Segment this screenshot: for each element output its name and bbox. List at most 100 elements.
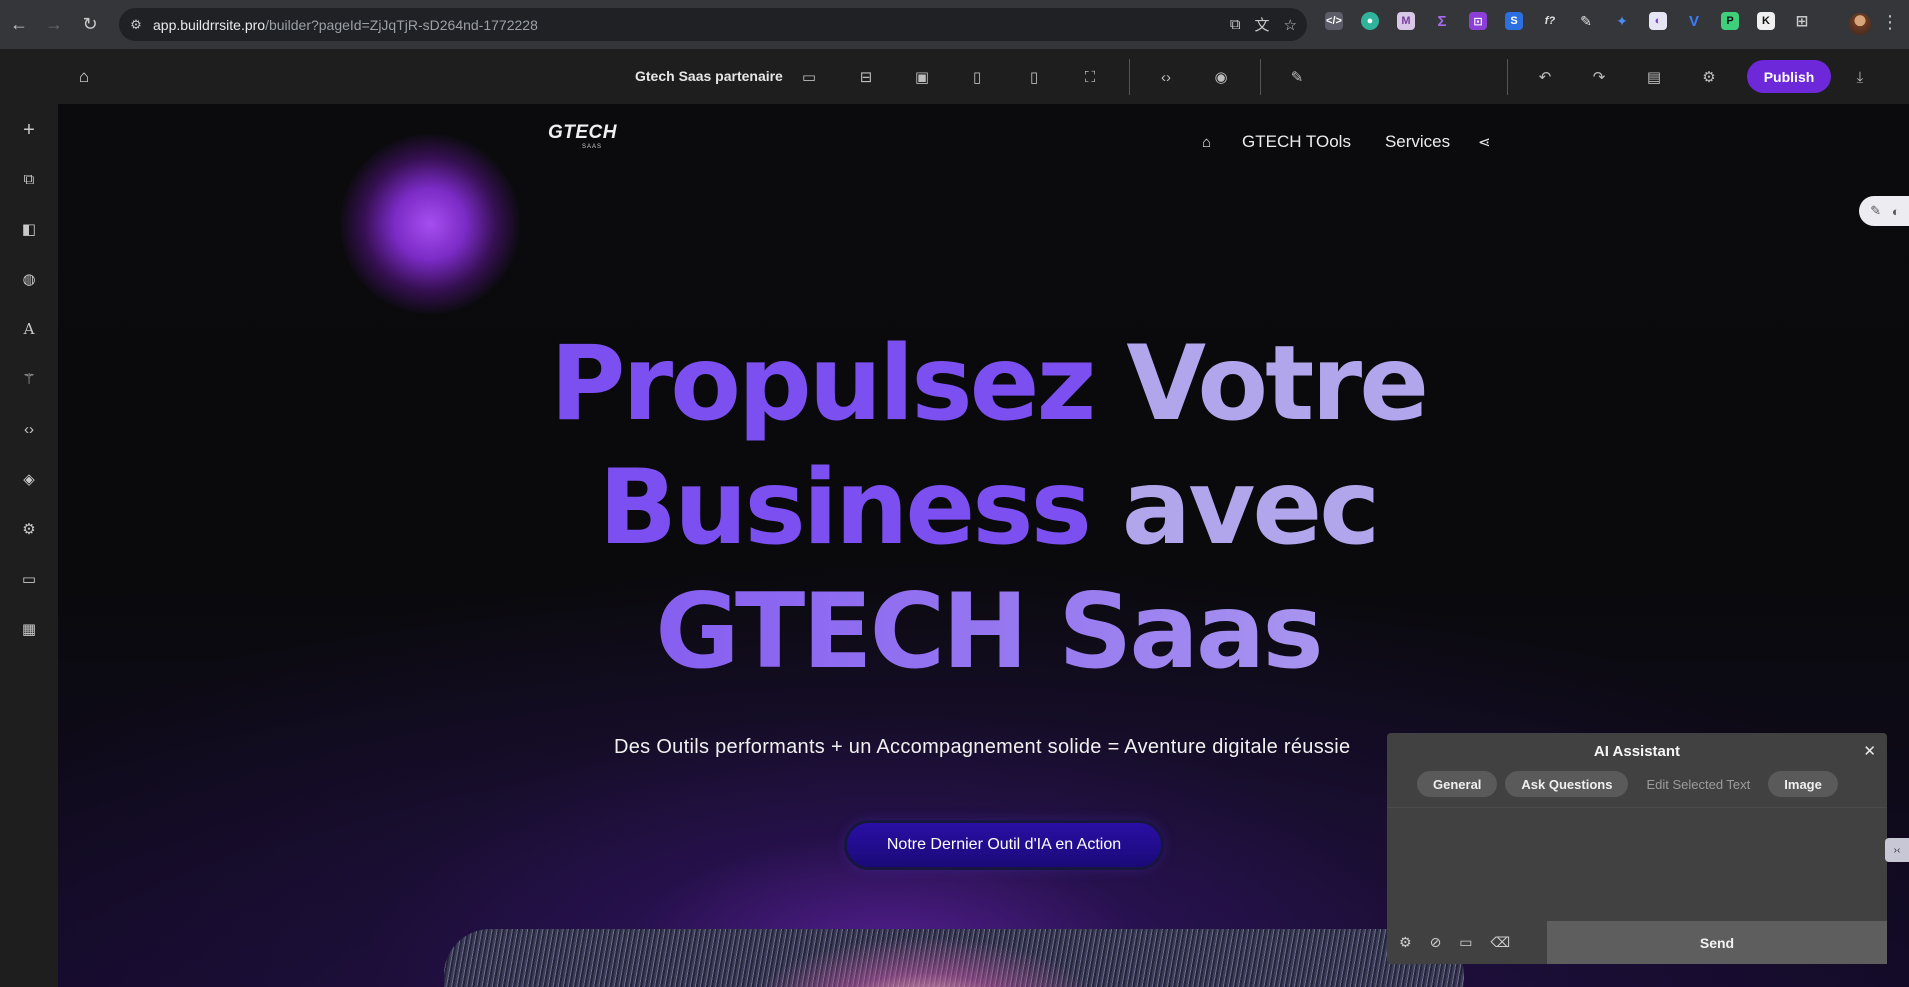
reload-icon[interactable]: ↻: [73, 7, 107, 41]
nav-link-services[interactable]: Services: [1385, 132, 1450, 152]
ai-tools-bar: ⚙ ⊘ ▭ ⌫: [1387, 921, 1547, 964]
forward-icon[interactable]: →: [37, 7, 71, 41]
hero-line-3: GTECH Saas: [438, 570, 1538, 694]
profile-avatar[interactable]: [1849, 13, 1871, 35]
palette-icon[interactable]: ◐: [1892, 204, 1900, 219]
publish-button[interactable]: Publish: [1747, 60, 1831, 93]
share-icon[interactable]: ⋖: [1478, 133, 1491, 151]
toolbar-divider: [1507, 59, 1508, 95]
cta-button[interactable]: Notre Dernier Outil d'IA en Action: [847, 823, 1161, 867]
browser-menu-icon[interactable]: ⋮: [1881, 12, 1899, 33]
close-icon[interactable]: ✕: [1863, 742, 1876, 760]
translate-icon[interactable]: 文: [1255, 14, 1270, 35]
hero-word-propulsez: Propulsez: [549, 324, 1097, 444]
url-host: app.buildrrsite.pro: [153, 16, 266, 33]
mic-off-icon[interactable]: ⊘: [1430, 934, 1442, 951]
desktop-view-icon[interactable]: ▭: [797, 65, 821, 89]
extensions-bar: </> ● M Σ ⊡ S f? ✎ ✦ ◐ V P K ⊞: [1325, 12, 1811, 30]
install-app-icon[interactable]: ⧉: [1230, 16, 1241, 33]
mobile-view-icon[interactable]: ▯: [1022, 65, 1046, 89]
extension-code-icon[interactable]: </>: [1325, 12, 1343, 30]
logo-subtext: SAAS: [582, 144, 603, 150]
collapsed-side-panel-tab[interactable]: ›‹: [1885, 838, 1909, 862]
page-name: Gtech Saas partenaire: [635, 68, 783, 84]
hero-line-2: Business avec: [438, 446, 1538, 570]
builder-toolbar: ⌂ Gtech Saas partenaire ▭ ⊟ ▣ ▯ ▯ ⛶ ‹› ◉…: [0, 49, 1909, 104]
extension-screen-icon[interactable]: ⊡: [1469, 12, 1487, 30]
extension-circle-icon[interactable]: ◐: [1649, 12, 1667, 30]
address-bar[interactable]: ⚙ app.buildrrsite.pro/builder?pageId=ZjJ…: [119, 8, 1307, 41]
extension-s-icon[interactable]: S: [1505, 12, 1523, 30]
extensions-puzzle-icon[interactable]: ⊞: [1793, 12, 1811, 30]
browser-toolbar: ← → ↻ ⚙ app.buildrrsite.pro/builder?page…: [0, 0, 1909, 49]
ai-divider: [1387, 807, 1887, 808]
chat-screen-icon[interactable]: ▭: [1459, 934, 1472, 951]
settings-gear-icon[interactable]: ⚙: [1697, 65, 1721, 89]
fullscreen-icon[interactable]: ⛶: [1078, 65, 1102, 89]
toolbar-divider: [1129, 59, 1130, 95]
globe-icon[interactable]: ◍: [17, 267, 41, 291]
hero-word-avec: avec: [1121, 448, 1381, 568]
url-text[interactable]: app.buildrrsite.pro/builder?pageId=ZjJqT…: [153, 17, 538, 33]
back-icon[interactable]: ←: [2, 7, 36, 41]
logo-text: GTECH: [548, 122, 617, 143]
extension-feather-icon[interactable]: ✦: [1613, 12, 1631, 30]
builder-sidebar: + ⧉ ◧ ◍ A ⚚ ‹› ◈ ⚙ ▭ ▦: [0, 104, 58, 987]
tab-image[interactable]: Image: [1768, 771, 1838, 797]
tablet-landscape-icon[interactable]: ▣: [910, 65, 934, 89]
send-button[interactable]: Send: [1547, 921, 1887, 964]
extension-function-icon[interactable]: f?: [1541, 12, 1559, 30]
tab-general[interactable]: General: [1417, 771, 1498, 797]
layout-blocks-icon[interactable]: ◧: [17, 217, 41, 241]
ai-settings-icon[interactable]: ⚙: [1399, 934, 1412, 951]
pencil-icon[interactable]: ✎: [1870, 203, 1881, 219]
typography-icon[interactable]: A: [17, 317, 41, 341]
ai-assistant-panel: AI Assistant ✕ General Ask Questions Edi…: [1387, 733, 1887, 964]
ai-assistant-tabs: General Ask Questions Edit Selected Text…: [1417, 771, 1838, 797]
home-icon[interactable]: ⌂: [72, 65, 96, 89]
element-edit-pill[interactable]: ✎ ◐: [1859, 196, 1909, 226]
tablet-portrait-icon[interactable]: ▯: [965, 65, 989, 89]
preview-eye-icon[interactable]: ◉: [1209, 65, 1233, 89]
tab-edit-selected-text[interactable]: Edit Selected Text: [1636, 771, 1760, 797]
edit-pencil-icon[interactable]: ✎: [1285, 65, 1309, 89]
site-logo[interactable]: GTECH SAAS: [548, 122, 617, 150]
site-home-icon[interactable]: ⌂: [1202, 134, 1222, 151]
magic-wand-icon[interactable]: ⚚: [17, 367, 41, 391]
hero-subtitle[interactable]: Des Outils performants + un Accompagneme…: [614, 736, 1350, 759]
hero-image[interactable]: [444, 929, 1464, 987]
save-icon[interactable]: ▤: [1642, 65, 1666, 89]
code-view-icon[interactable]: ‹›: [1154, 65, 1178, 89]
eraser-icon[interactable]: ⌫: [1491, 934, 1511, 951]
bookmark-star-icon[interactable]: ☆: [1284, 16, 1297, 34]
site-navigation: ⌂ GTECH TOols Services ⋖: [1202, 132, 1491, 152]
add-element-icon[interactable]: +: [17, 118, 41, 142]
laptop-view-icon[interactable]: ⊟: [854, 65, 878, 89]
hero-line-1: Propulsez Votre: [438, 322, 1538, 446]
extension-green-icon[interactable]: ●: [1361, 12, 1379, 30]
code-icon[interactable]: ‹›: [17, 417, 41, 441]
hero-word-business: Business: [598, 448, 1092, 568]
hero-title[interactable]: Propulsez Votre Business avec GTECH Saas: [438, 322, 1538, 694]
components-icon[interactable]: ◈: [17, 467, 41, 491]
extension-p-icon[interactable]: P: [1721, 12, 1739, 30]
extension-eyedropper-icon[interactable]: ✎: [1577, 12, 1595, 30]
redo-icon[interactable]: ↷: [1587, 65, 1611, 89]
pages-copy-icon[interactable]: ⧉: [17, 167, 41, 191]
extension-sigma-icon[interactable]: Σ: [1433, 12, 1451, 30]
extension-mail-icon[interactable]: M: [1397, 12, 1415, 30]
extension-k-icon[interactable]: K: [1757, 12, 1775, 30]
comments-icon[interactable]: ▭: [17, 567, 41, 591]
settings-icon[interactable]: ⚙: [17, 517, 41, 541]
ai-assistant-title: AI Assistant: [1593, 743, 1681, 760]
tab-ask-questions[interactable]: Ask Questions: [1505, 771, 1629, 797]
hero-word-votre: Votre: [1126, 324, 1429, 444]
toolbar-divider: [1260, 59, 1261, 95]
undo-icon[interactable]: ↶: [1533, 65, 1557, 89]
clipboard-icon[interactable]: ▦: [17, 617, 41, 641]
site-info-icon[interactable]: ⚙: [119, 8, 153, 41]
extension-v-icon[interactable]: V: [1685, 12, 1703, 30]
download-icon[interactable]: ⤓: [1848, 65, 1872, 89]
nav-link-gtech-tools[interactable]: GTECH TOols: [1242, 132, 1351, 152]
decorative-glow-orb: [340, 134, 520, 314]
